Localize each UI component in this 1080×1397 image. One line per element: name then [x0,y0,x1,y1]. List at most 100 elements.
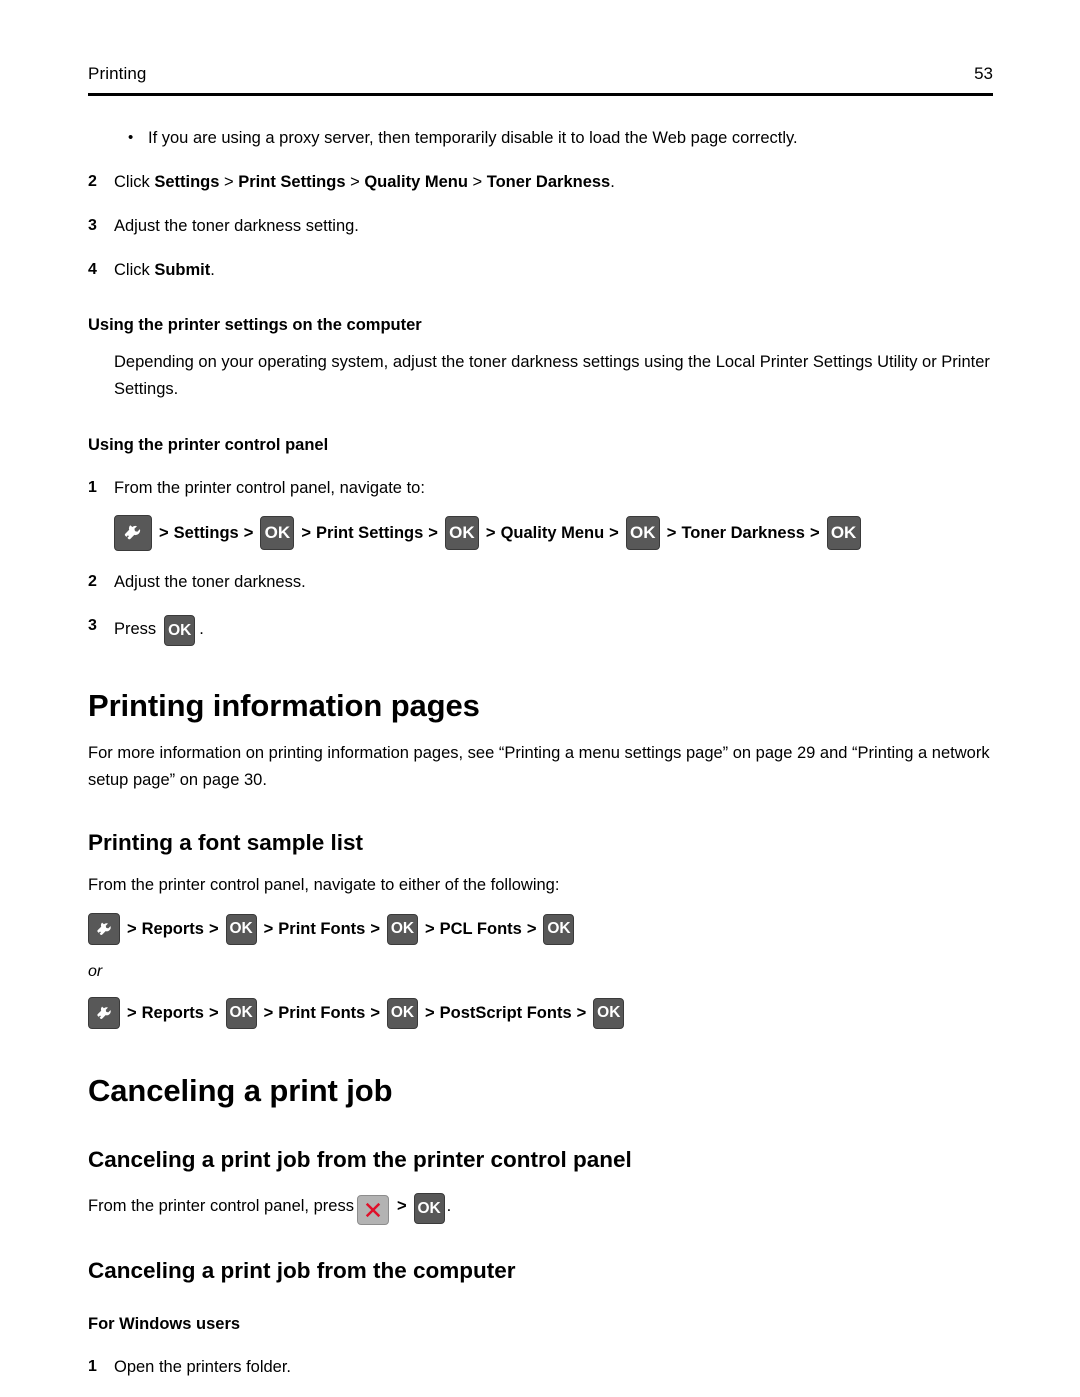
page-title-canceling-a-print-job: Canceling a print job [88,1073,393,1108]
step-text: Press OK . [114,613,204,646]
step-number: 1 [88,1358,97,1375]
step-text: Click Submit. [114,257,215,283]
step-text: Adjust the toner darkness. [114,573,306,591]
page-number: 53 [974,64,993,83]
nav-item-toner-darkness: Toner Darkness [681,523,805,542]
path-separator: > [424,1003,435,1022]
running-header: Printing 53 [88,64,993,84]
menu-print-settings: Print Settings [238,173,346,191]
ok-button[interactable]: OK [543,913,575,945]
navigation-path-toner-darkness: > Settings > OK > Print Settings > OK > … [114,515,993,551]
header-section-title: Printing [88,64,147,83]
step-prefix: Click [114,173,155,191]
control-panel-step-3: 3 Press OK . [88,613,993,646]
path-separator: > [809,523,820,542]
info-pages-body: For more information on printing informa… [88,744,990,789]
menu-settings: Settings [154,173,220,191]
ok-button[interactable]: OK [164,615,196,646]
wrench-icon[interactable] [88,997,120,1029]
nav-item-settings: Settings [173,523,239,542]
ok-button[interactable]: OK [593,997,625,1029]
control-panel-step-2: 2 Adjust the toner darkness. [88,569,993,595]
nav-item-reports: Reports [141,1003,204,1022]
step-number: 3 [88,617,97,634]
nav-item-postscript-fonts: PostScript Fonts [439,1003,572,1022]
section-heading-font-sample-list: Printing a font sample list [88,830,364,855]
path-separator: > [159,523,169,542]
ok-button[interactable]: OK [413,1193,445,1224]
step-number: 2 [88,173,97,190]
step-prefix: Click [114,261,155,279]
path-separator: > [424,919,435,938]
path-separator: > [370,1003,380,1022]
or-separator: or [88,963,103,980]
subsection-heading-control-panel: Using the printer control panel [88,436,329,454]
control-panel-step-1: 1 From the printer control panel, naviga… [88,475,993,501]
path-separator: > [576,1003,587,1022]
subsection-heading-for-windows-users: For Windows users [88,1315,241,1333]
nav-item-reports: Reports [141,919,204,938]
cancel-instruction-trail: . [446,1197,452,1215]
document-page: Printing 53 • If you are using a proxy s… [0,0,1080,1397]
windows-step-1: 1 Open the printers folder. [88,1354,993,1380]
press-label: Press [114,619,157,638]
path-separator: > [301,523,312,542]
section-heading-cancel-from-computer: Canceling a print job from the computer [88,1258,516,1283]
navigation-path-pcl-fonts: > Reports > OK > Print Fonts > OK > PCL … [88,913,993,945]
cancel-instruction-lead: From the printer control panel, press [88,1197,354,1215]
cancel-instruction: From the printer control panel, press > … [88,1191,993,1225]
header-divider [88,93,993,96]
path-separator: > [370,919,380,938]
nav-item-quality-menu: Quality Menu [500,523,605,542]
section-heading-cancel-from-control-panel: Canceling a print job from the printer c… [88,1147,632,1172]
bullet-text: If you are using a proxy server, then te… [148,129,798,147]
step-suffix: . [210,261,215,279]
navigation-path-postscript-fonts: > Reports > OK > Print Fonts > OK > Post… [88,997,993,1029]
wrench-icon[interactable] [114,515,152,551]
path-separator: > [243,523,254,542]
nav-item-print-settings: Print Settings [316,523,424,542]
menu-toner-darkness: Toner Darkness [486,173,611,191]
step-text: Click Settings > Print Settings > Qualit… [114,169,615,195]
ok-button[interactable]: OK [386,997,418,1029]
path-sep: > [219,173,239,191]
font-sample-body: From the printer control panel, navigate… [88,876,560,894]
list-item: • If you are using a proxy server, then … [88,125,993,151]
press-period: . [199,619,204,638]
ok-button[interactable]: OK [225,997,257,1029]
path-separator: > [485,523,496,542]
path-separator: > [208,919,219,938]
ok-button[interactable]: OK [386,913,418,945]
menu-quality-menu: Quality Menu [364,173,468,191]
path-separator: > [428,523,438,542]
path-separator: > [208,1003,219,1022]
nav-item-print-fonts: Print Fonts [278,919,366,938]
step-3: 3 Adjust the toner darkness setting. [88,213,993,239]
nav-item-pcl-fonts: PCL Fonts [439,919,522,938]
ok-button[interactable]: OK [826,516,861,550]
path-separator: > [127,919,137,938]
step-text: Adjust the toner darkness setting. [114,217,359,235]
computer-settings-body: Depending on your operating system, adju… [114,353,990,398]
step-number: 1 [88,479,97,496]
submit-label: Submit [154,261,211,279]
path-separator: > [666,523,677,542]
wrench-icon[interactable] [88,913,120,945]
step-suffix: . [610,173,615,191]
step-text: Open the printers folder. [114,1358,292,1376]
stop-x-icon[interactable] [356,1194,389,1225]
ok-button[interactable]: OK [225,913,257,945]
path-separator: > [396,1197,407,1216]
ok-button[interactable]: OK [260,516,295,550]
path-separator: > [127,1003,137,1022]
step-2: 2 Click Settings > Print Settings > Qual… [88,169,993,195]
step-text: From the printer control panel, navigate… [114,479,425,497]
path-sep: > [345,173,365,191]
page-title-printing-information-pages: Printing information pages [88,688,480,723]
page-content: • If you are using a proxy server, then … [88,125,993,1380]
path-separator: > [263,919,274,938]
ok-button[interactable]: OK [625,516,660,550]
ok-button[interactable]: OK [444,516,479,550]
step-number: 3 [88,217,97,234]
path-separator: > [526,919,537,938]
